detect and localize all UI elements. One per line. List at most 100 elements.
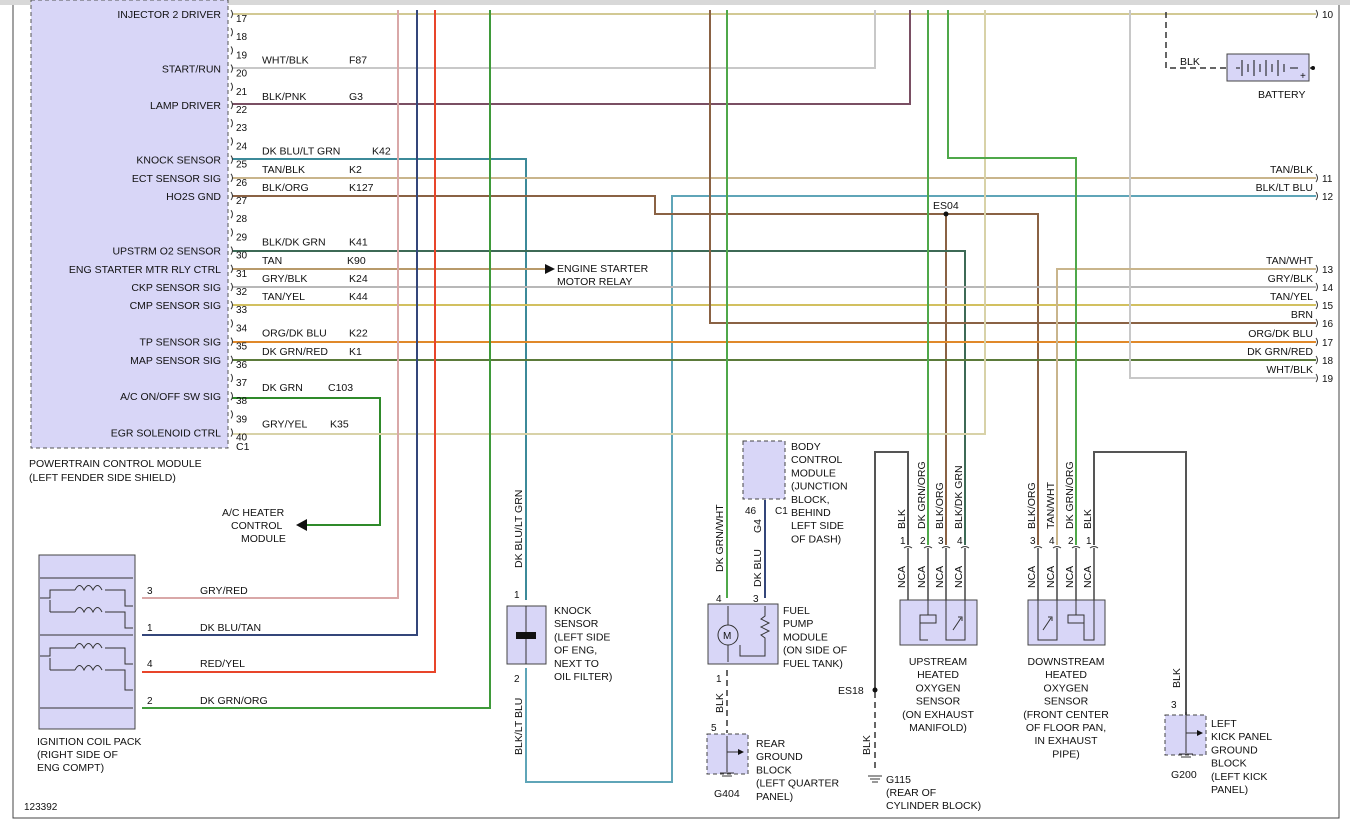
pcm-pin-circuit: K90 xyxy=(347,255,366,267)
pcm-pin-circuit: K2 xyxy=(349,164,362,176)
right-pin-bracket xyxy=(1315,9,1318,19)
pcm-pin-circuit: K35 xyxy=(330,419,349,431)
o2-pin-wire: BLK/ORG xyxy=(1026,482,1038,529)
es18-splice-dot xyxy=(872,687,878,693)
diagram-number: 123392 xyxy=(24,802,58,813)
battery-plus: + xyxy=(1300,71,1306,82)
rear-ground-label-line: (LEFT QUARTER xyxy=(756,778,839,790)
knock-sensor-label-line: KNOCK xyxy=(554,605,591,617)
right-pin-wire-color: TAN/BLK xyxy=(1270,164,1313,176)
pcm-pin-label: EGR SOLENOID CTRL xyxy=(111,428,221,440)
downstream-o2-label-line: PIPE) xyxy=(1052,748,1079,760)
g115-ground-icon xyxy=(868,775,882,783)
o2-pin-nca: NCA xyxy=(1082,566,1094,588)
coil-pin-1: 1 xyxy=(147,623,153,634)
kick-panel-label-line: (LEFT KICK xyxy=(1211,771,1267,783)
pcm-pin-number: 30 xyxy=(236,251,248,262)
pcm-pin-bracket xyxy=(230,100,233,110)
coil-wire-1: DK BLU/TAN xyxy=(200,622,261,634)
pcm-pin-circuit: F87 xyxy=(349,55,367,67)
pcm-pin-number: 22 xyxy=(236,105,248,116)
pcm-pin-wire-color: DK BLU/LT GRN xyxy=(262,146,340,158)
pump-wire-3a: G4 xyxy=(752,519,764,533)
right-pin-number: 10 xyxy=(1322,10,1334,21)
starter-relay-line1: ENGINE STARTER xyxy=(557,263,649,275)
kick-panel-ground-id: G200 xyxy=(1171,769,1197,781)
right-pin-bracket xyxy=(1315,264,1318,274)
pcm-pin-label: TP SENSOR SIG xyxy=(140,337,222,349)
fuel-pump-motor-letter: M xyxy=(723,631,731,642)
pcm-pin-wire-color: TAN/YEL xyxy=(262,291,305,303)
o2-pin-nca: NCA xyxy=(896,566,908,588)
knock-pin-2: 2 xyxy=(514,674,520,685)
coil-wire-3: GRY/RED xyxy=(200,585,248,597)
upstream-o2-label-line: HEATED xyxy=(917,669,959,681)
upstream-o2-label-line: (ON EXHAUST xyxy=(902,709,974,721)
pcm-title: POWERTRAIN CONTROL MODULE xyxy=(29,458,202,470)
upstream-o2-pins: 1 BLK NCA 2 DK GRN/ORG NCA 3 BLK/ORG NCA 4 BLK/DK … xyxy=(896,461,970,600)
wire-brn xyxy=(709,10,1316,324)
coil-pack-line2: (RIGHT SIDE OF xyxy=(37,749,118,761)
pcm-connector: C1 xyxy=(236,441,250,453)
pcm-pin-bracket xyxy=(230,319,233,328)
o2-pin-wire: DK GRN/ORG xyxy=(916,461,928,529)
coil-pack-line1: IGNITION COIL PACK xyxy=(37,736,141,748)
pump-wire-1: BLK xyxy=(714,693,726,713)
g115-line2: (REAR OF xyxy=(886,787,936,799)
downstream-o2-label-line: IN EXHAUST xyxy=(1034,735,1098,747)
right-pin-number: 16 xyxy=(1322,319,1334,330)
pcm-pin-label: A/C ON/OFF SW SIG xyxy=(120,391,221,403)
bcm-label-line: BLOCK, xyxy=(791,494,830,506)
pcm-pin-circuit: C103 xyxy=(328,382,353,394)
pcm-pin-bracket xyxy=(230,373,233,383)
right-pin-number: 19 xyxy=(1322,374,1334,385)
rear-ground-label-line: GROUND xyxy=(756,751,803,763)
pump-pin-4: 4 xyxy=(716,594,722,605)
ac-heater-arrow xyxy=(296,519,307,531)
pcm-pin-circuit: G3 xyxy=(349,91,363,103)
pcm-pin-circuit: K24 xyxy=(349,273,368,285)
o2-pin-number: 3 xyxy=(938,536,944,547)
pcm-pin-circuit: K1 xyxy=(349,346,362,358)
downstream-o2-label-line: HEATED xyxy=(1045,669,1087,681)
ac-heater-line1: A/C HEATER xyxy=(222,507,285,519)
coil-pin-2: 2 xyxy=(147,696,153,707)
knock-sensor-label-line: (LEFT SIDE xyxy=(554,631,610,643)
right-pin-bracket xyxy=(1315,318,1318,328)
bcm-label-line: BEHIND xyxy=(791,507,831,519)
pcm-pin-number: 28 xyxy=(236,214,248,225)
right-pin-bracket xyxy=(1315,282,1318,292)
pcm-pin-bracket xyxy=(230,428,233,437)
battery-label: BATTERY xyxy=(1258,89,1305,101)
o2-pin-wire: BLK/ORG xyxy=(934,482,946,529)
g115-line3: CYLINDER BLOCK) xyxy=(886,800,981,812)
right-pin-wire-color: WHT/BLK xyxy=(1266,364,1313,376)
kick-panel-label: LEFTKICK PANELGROUND BLOCK(LEFT KICKPANEL… xyxy=(1211,718,1272,796)
pcm-pin-number: 23 xyxy=(236,123,248,134)
pcm-pin-wire-color: ORG/DK BLU xyxy=(262,328,327,340)
kick-panel-label-line: KICK PANEL xyxy=(1211,731,1272,743)
pcm-pin-bracket xyxy=(230,64,233,73)
bcm-label-line: LEFT SIDE xyxy=(791,520,844,532)
o2-pin-number: 1 xyxy=(1086,536,1092,547)
pcm-pin-label: ENG STARTER MTR RLY CTRL xyxy=(69,264,221,276)
fuel-pump-label-line: FUEL TANK) xyxy=(783,658,843,670)
pcm-pin-bracket xyxy=(230,246,233,255)
pcm-pin-wire-color: GRY/YEL xyxy=(262,419,307,431)
pcm-pin-number: 29 xyxy=(236,232,248,243)
pcm-pin-label: UPSTRM O2 SENSOR xyxy=(112,246,221,258)
coil-wire-2: DK GRN/ORG xyxy=(200,695,268,707)
pcm-pin-bracket xyxy=(230,337,233,346)
pcm-pin-bracket xyxy=(230,228,233,237)
o2-pin-wire: BLK/DK GRN xyxy=(953,465,965,529)
fuel-pump-label-line: FUEL xyxy=(783,605,810,617)
kick-panel-label-line: GROUND xyxy=(1211,744,1258,756)
right-pin-number: 14 xyxy=(1322,283,1334,294)
bcm-pin: 46 xyxy=(745,506,757,517)
pcm-pin-number: 37 xyxy=(236,378,248,389)
pump-pin-1: 1 xyxy=(716,674,722,685)
coil-pack-box xyxy=(38,554,136,730)
rear-ground-label: REARGROUNDBLOCK (LEFT QUARTERPANEL) xyxy=(756,738,839,803)
knock-sensor-label-line: OF ENG, xyxy=(554,645,597,657)
knock-sensor-label-line: OIL FILTER) xyxy=(554,671,612,683)
